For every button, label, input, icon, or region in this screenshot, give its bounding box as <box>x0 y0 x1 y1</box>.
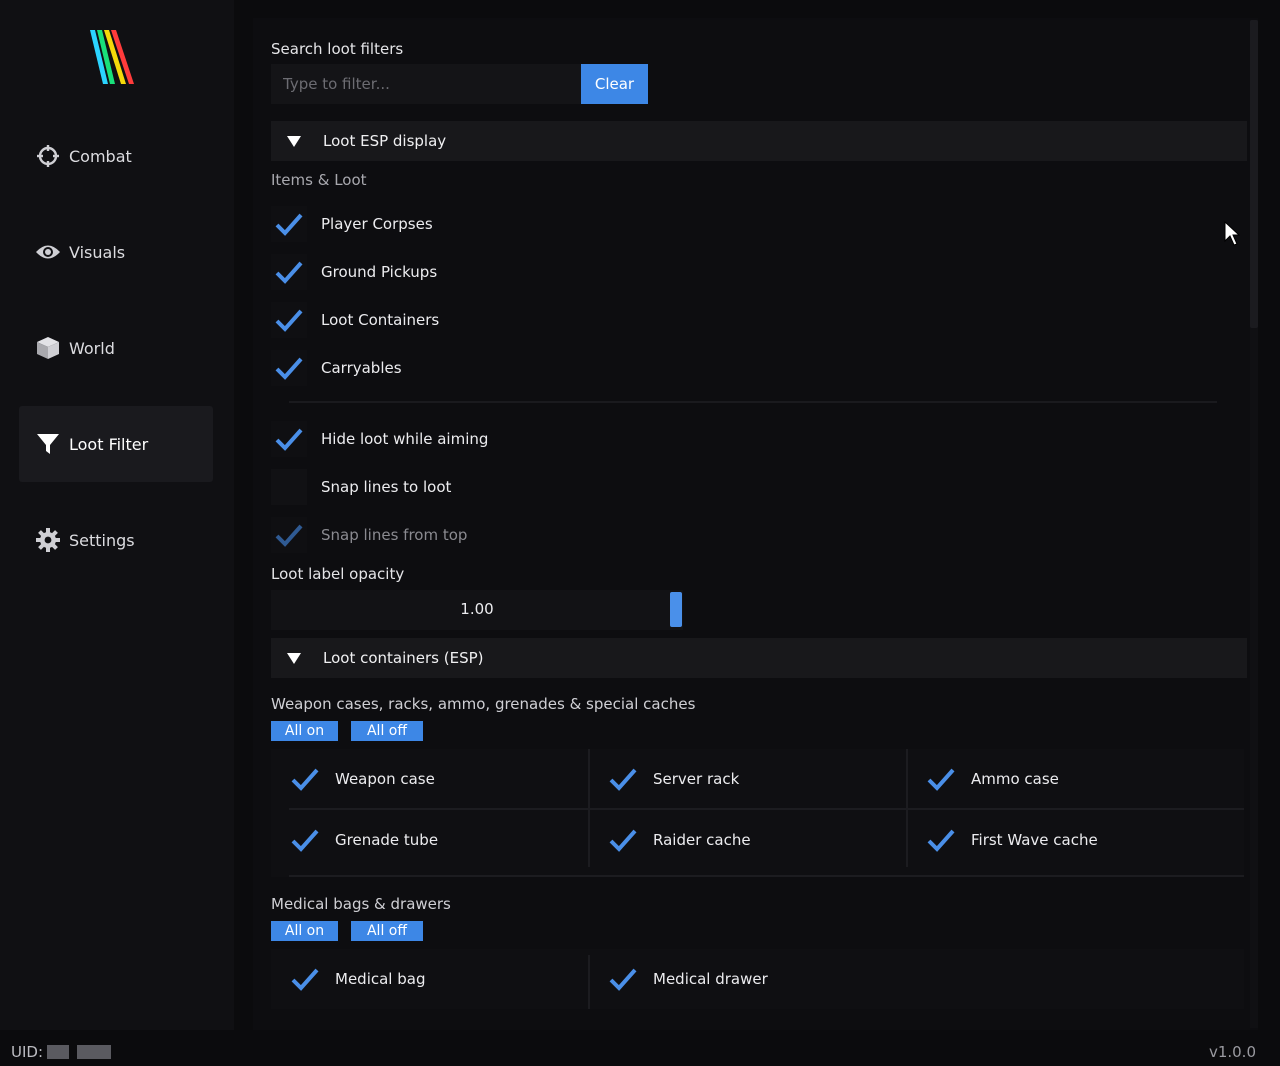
uid-label: UID: <box>11 1043 44 1061</box>
gear-icon <box>35 527 61 553</box>
all-on-button[interactable]: All on <box>271 921 338 941</box>
checkbox-snap-lines-to-loot[interactable]: Snap lines to loot <box>271 465 451 509</box>
group-title-medical: Medical bags & drawers <box>271 895 451 913</box>
checkbox-empty-icon <box>271 469 307 505</box>
checkbox-player-corpses[interactable]: Player Corpses <box>271 202 433 246</box>
slider-handle[interactable] <box>670 592 682 627</box>
checkbox-first-wave-cache[interactable]: First Wave cache <box>907 810 1225 870</box>
sidebar-item-loot-filter[interactable]: Loot Filter <box>19 406 213 482</box>
redacted-block-icon <box>47 1045 70 1059</box>
version-label: v1.0.0 <box>1208 1043 1256 1061</box>
mouse-cursor-icon <box>1224 221 1240 246</box>
checkmark-icon <box>605 822 641 858</box>
medical-grid: Medical bag Medical drawer <box>271 949 1244 1009</box>
checkbox-hide-loot-while-aiming[interactable]: Hide loot while aiming <box>271 417 488 461</box>
checkmark-icon <box>923 761 959 797</box>
checkmark-icon <box>271 517 307 553</box>
collapse-triangle-icon <box>287 652 301 664</box>
checkbox-server-rack[interactable]: Server rack <box>589 749 907 809</box>
sidebar-item-label: Combat <box>69 146 132 166</box>
checkbox-label: Carryables <box>321 359 402 377</box>
funnel-icon <box>35 431 61 457</box>
checkmark-icon <box>287 761 323 797</box>
section-title: Loot ESP display <box>323 132 447 150</box>
checkbox-label: Ammo case <box>971 770 1059 788</box>
checkbox-snap-lines-from-top[interactable]: Snap lines from top <box>271 513 467 557</box>
checkbox-weapon-case[interactable]: Weapon case <box>271 749 589 809</box>
sidebar-item-settings[interactable]: Settings <box>19 502 213 578</box>
checkbox-label: First Wave cache <box>971 831 1098 849</box>
grid-divider <box>289 875 1244 877</box>
checkbox-label: Hide loot while aiming <box>321 430 489 448</box>
checkbox-carryables[interactable]: Carryables <box>271 346 402 390</box>
checkbox-medical-bag[interactable]: Medical bag <box>271 949 589 1009</box>
checkmark-icon <box>271 350 307 386</box>
checkbox-ammo-case[interactable]: Ammo case <box>907 749 1225 809</box>
collapse-triangle-icon <box>287 135 301 147</box>
checkbox-medical-drawer[interactable]: Medical drawer <box>589 949 907 1009</box>
app-logo <box>90 30 134 84</box>
checkmark-icon <box>271 254 307 290</box>
sidebar-item-visuals[interactable]: Visuals <box>19 214 213 290</box>
search-input[interactable] <box>271 64 581 104</box>
checkbox-label: Server rack <box>653 770 740 788</box>
search-label: Search loot filters <box>271 40 404 58</box>
sidebar-item-world[interactable]: World <box>19 310 213 386</box>
checkbox-label: Raider cache <box>653 831 751 849</box>
weapon-cases-grid: Weapon case Server rack Ammo case Grenad… <box>271 749 1244 877</box>
grid-divider <box>289 808 1244 810</box>
checkmark-icon <box>605 961 641 997</box>
checkbox-label: Snap lines to loot <box>321 478 452 496</box>
sidebar-item-label: Loot Filter <box>69 434 149 454</box>
redacted-block-icon <box>77 1045 112 1059</box>
checkbox-label: Loot Containers <box>321 311 440 329</box>
sidebar: Combat Visuals World Loot Filter Setting… <box>0 0 234 1030</box>
eye-icon <box>35 239 61 265</box>
checkmark-icon <box>287 961 323 997</box>
checkbox-label: Snap lines from top <box>321 526 468 544</box>
checkmark-icon <box>923 822 959 858</box>
all-off-button[interactable]: All off <box>351 921 423 941</box>
sidebar-item-combat[interactable]: Combat <box>19 118 213 194</box>
checkbox-raider-cache[interactable]: Raider cache <box>589 810 907 870</box>
all-on-button[interactable]: All on <box>271 721 338 741</box>
checkbox-ground-pickups[interactable]: Ground Pickups <box>271 250 437 294</box>
all-off-button[interactable]: All off <box>351 721 423 741</box>
checkbox-label: Ground Pickups <box>321 263 438 281</box>
checkmark-icon <box>287 822 323 858</box>
checkbox-label: Player Corpses <box>321 215 433 233</box>
sidebar-item-label: Settings <box>69 530 135 550</box>
grid-divider <box>588 955 590 1009</box>
checkmark-icon <box>605 761 641 797</box>
checkbox-label: Medical drawer <box>653 970 768 988</box>
checkmark-icon <box>271 302 307 338</box>
opacity-slider[interactable]: 1.00 <box>271 590 683 630</box>
checkmark-icon <box>271 206 307 242</box>
checkbox-label: Medical bag <box>335 970 426 988</box>
cube-icon <box>35 335 61 361</box>
subheading-items-loot: Items & Loot <box>271 171 367 189</box>
checkbox-label: Weapon case <box>335 770 435 788</box>
sidebar-item-label: World <box>69 338 115 358</box>
slider-value: 1.00 <box>460 600 494 618</box>
clear-button[interactable]: Clear <box>581 64 648 104</box>
separator <box>289 401 1217 403</box>
opacity-label: Loot label opacity <box>271 565 405 583</box>
sidebar-item-label: Visuals <box>69 242 126 262</box>
checkmark-icon <box>271 421 307 457</box>
checkbox-label: Grenade tube <box>335 831 439 849</box>
uid-display: UID: <box>11 1043 112 1061</box>
section-title: Loot containers (ESP) <box>323 649 484 667</box>
group-title-weapon-cases: Weapon cases, racks, ammo, grenades & sp… <box>271 695 696 713</box>
section-header-loot-containers[interactable]: Loot containers (ESP) <box>271 638 1247 678</box>
section-header-loot-esp[interactable]: Loot ESP display <box>271 121 1247 161</box>
checkbox-grenade-tube[interactable]: Grenade tube <box>271 810 589 870</box>
checkbox-loot-containers[interactable]: Loot Containers <box>271 298 439 342</box>
crosshair-icon <box>35 143 61 169</box>
scrollbar-thumb[interactable] <box>1250 20 1258 328</box>
